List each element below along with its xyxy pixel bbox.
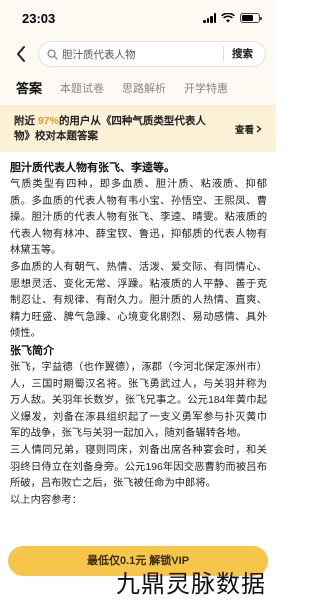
search-button[interactable]: 搜索 (223, 46, 261, 62)
status-bar: 23:03 (0, 0, 276, 36)
search-query: 胆汁质代表人物 (62, 48, 136, 61)
chevron-right-icon (256, 125, 262, 133)
tab-paper[interactable]: 本题试卷 (60, 72, 104, 106)
promo-view-link[interactable]: 查看 (235, 122, 262, 136)
tab-analysis[interactable]: 思路解析 (122, 72, 166, 106)
paragraph-temperament-types: 气质类型有四种，即多血质、胆汁质、粘液质、抑郁质。多血质的代表人物有韦小宝、孙悟… (10, 179, 267, 257)
section-heading-zhangfei: 张飞简介 (10, 344, 54, 357)
answer-content: 胆汁质代表人物有张飞、李逵等。 气质类型有四种，即多血质、胆汁质、粘液质、抑郁质… (0, 152, 276, 509)
status-icons (203, 13, 262, 23)
tab-bar: 答案 本题试卷 思路解析 开学特惠 (0, 72, 276, 106)
battery-icon (240, 13, 262, 23)
paragraph-zhangfei-bio: 张飞，字益德（也作翼德），涿郡（今河北保定涿州市）人，三国时期蜀汉名将。张飞勇武… (10, 361, 267, 440)
promo-percent: 97% (37, 115, 59, 127)
status-time: 23:03 (22, 10, 56, 26)
search-input[interactable]: 胆汁质代表人物 搜索 (38, 41, 266, 67)
wifi-icon (221, 13, 235, 23)
promo-banner[interactable]: 附近 97%的用户从《四种气质类型代表人物》校对本题答案 查看 (0, 106, 276, 152)
promo-text: 附近 97%的用户从《四种气质类型代表人物》校对本题答案 (14, 115, 206, 142)
watermark: 九鼎灵脉数据 (116, 570, 266, 598)
tab-answer[interactable]: 答案 (16, 72, 42, 106)
answer-heading: 胆汁质代表人物有张飞、李逵等。 (10, 162, 175, 174)
content-fade (0, 498, 276, 538)
paragraph-zhangfei-brothers: 三人情同兄弟，寝则同床，刘备出席各种宴会时，和关羽终日侍立在刘备身旁。公元196… (10, 444, 267, 490)
signal-icon (203, 13, 216, 23)
tab-promotion[interactable]: 开学特惠 (184, 72, 228, 106)
search-row: 胆汁质代表人物 搜索 (0, 36, 276, 72)
back-icon[interactable] (12, 45, 30, 63)
bottom-bar: 最低仅0.1元 解锁VIP 九鼎灵脉数据 (0, 538, 276, 600)
paragraph-traits: 多血质的人有朝气、热情、活泼、爱交际、有同情心、思想灵活、变化无常、浮躁。粘液质… (10, 261, 267, 340)
search-icon (47, 48, 58, 60)
